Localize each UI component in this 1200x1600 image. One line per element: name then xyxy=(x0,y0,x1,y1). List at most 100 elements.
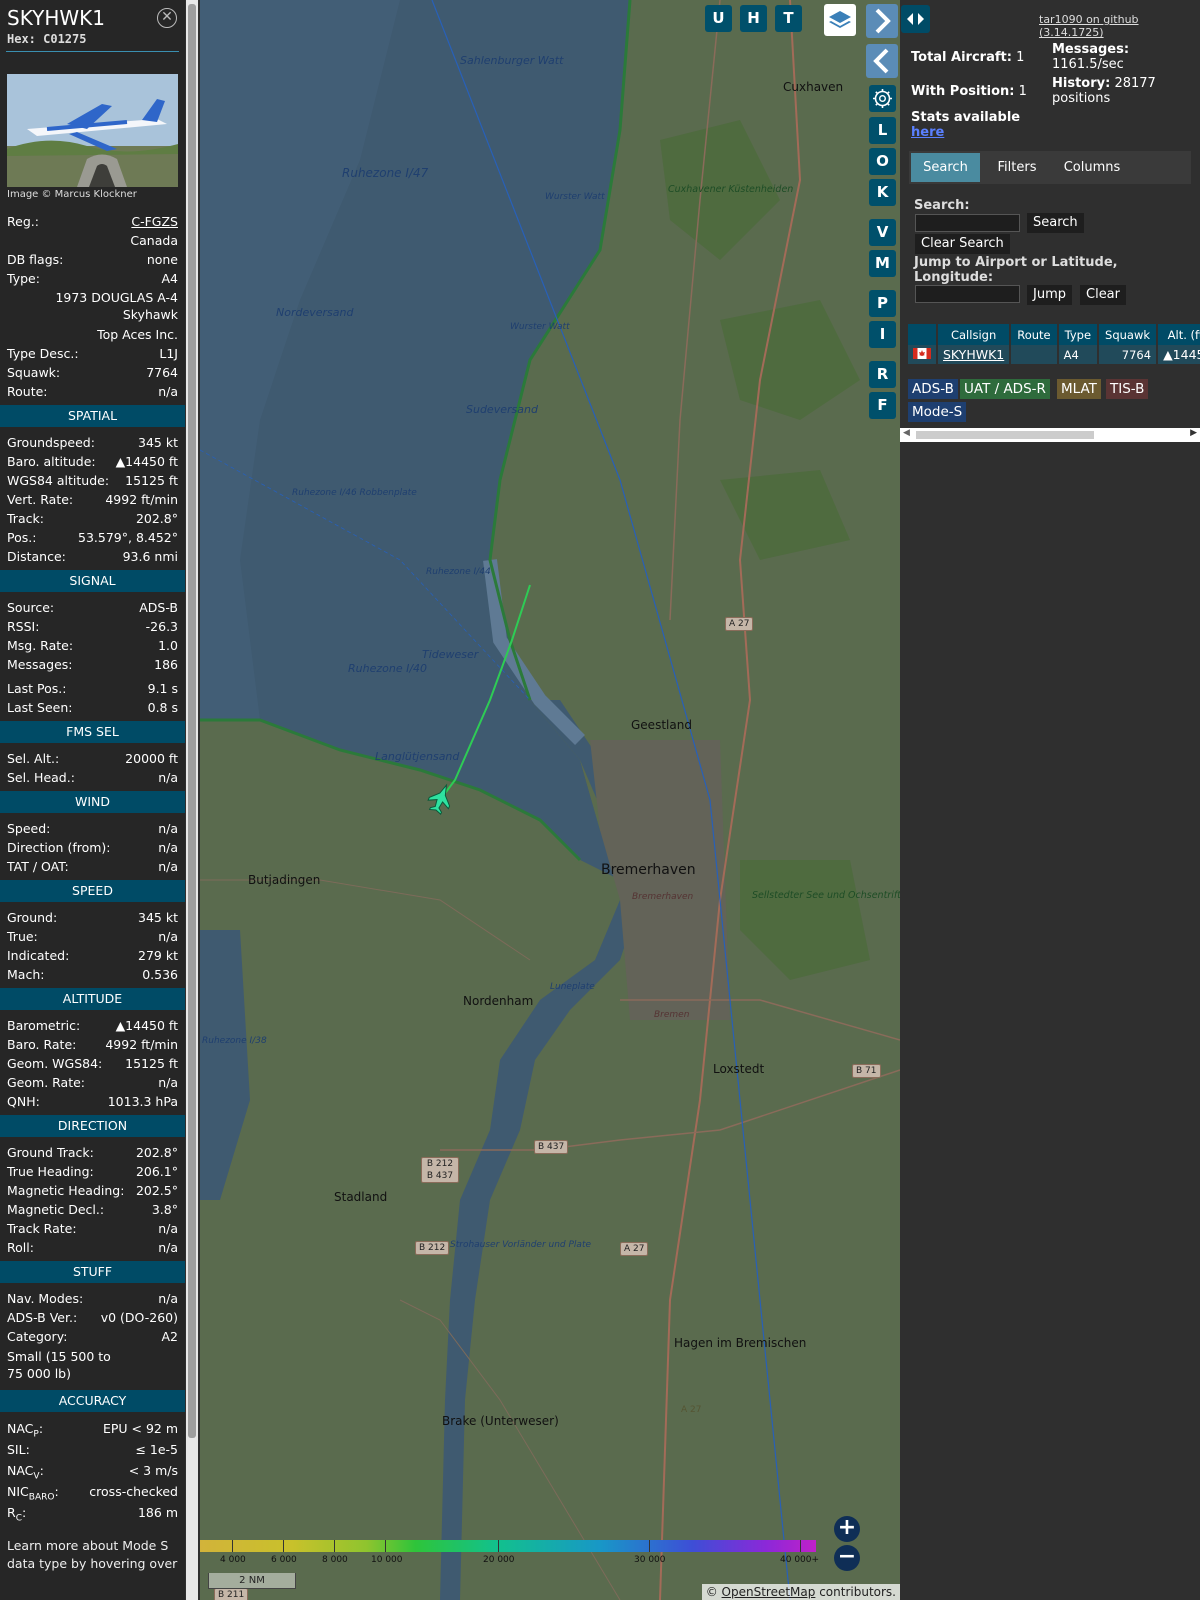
info-scrollbar-thumb[interactable] xyxy=(188,4,196,1438)
section-spatial[interactable]: SPATIAL xyxy=(0,405,185,427)
map-button-v[interactable]: V xyxy=(869,219,896,246)
section-signal[interactable]: SIGNAL xyxy=(0,570,185,592)
accuracy-row: RC: 186 m xyxy=(0,1502,185,1524)
map-button-k[interactable]: K xyxy=(869,179,896,206)
search-button[interactable]: Search xyxy=(1027,213,1084,233)
map-label-ruhezone-146: Ruhezone I/46 Robbenplate xyxy=(292,488,417,498)
row-squawk: 7764 xyxy=(1098,345,1159,364)
section-direction[interactable]: DIRECTION xyxy=(0,1115,185,1137)
row-callsign-link[interactable]: SKYHWK1 xyxy=(937,345,1012,364)
map-button-f[interactable]: F xyxy=(869,392,896,419)
fms-rows: Sel. Alt.: 20000 ft Sel. Head.: n/a xyxy=(0,749,185,787)
aircraft-photo[interactable] xyxy=(7,74,178,187)
info-row: Speed: n/a xyxy=(0,819,185,838)
info-row-label: Pos.: xyxy=(7,530,37,545)
map-label-stadland: Stadland xyxy=(334,1190,388,1204)
altitude-label-10000: 10 000 xyxy=(371,1555,403,1565)
section-speed[interactable]: SPEED xyxy=(0,880,185,902)
section-altitude[interactable]: ALTITUDE xyxy=(0,988,185,1010)
info-row-value: n/a xyxy=(158,840,178,855)
info-row-value: v0 (DO-260) xyxy=(100,1310,178,1325)
github-link[interactable]: tar1090 on github (3.14.1725) xyxy=(1039,13,1200,39)
accuracy-row-value: cross-checked xyxy=(89,1484,178,1499)
info-row: Vert. Rate: 4992 ft/min xyxy=(0,490,185,509)
column-altitude[interactable]: Alt. (ft) xyxy=(1157,324,1200,345)
section-wind[interactable]: WIND xyxy=(0,791,185,813)
forward-button[interactable] xyxy=(866,4,898,38)
map-scale: 2 NM xyxy=(208,1573,296,1589)
openstreetmap-link[interactable]: OpenStreetMap xyxy=(722,1585,816,1599)
map-label-langlutjensand: Langlütjensand xyxy=(375,750,460,763)
scroll-right-icon[interactable]: ▶ xyxy=(1190,428,1197,438)
info-row-value: -26.3 xyxy=(145,619,178,634)
column-flag[interactable] xyxy=(908,324,938,345)
stuff-rows: Nav. Modes: n/a ADS-B Ver.: v0 (DO-260) Cate… xyxy=(0,1289,185,1346)
clear-button[interactable]: Clear xyxy=(1080,285,1126,305)
info-row-value: n/a xyxy=(158,821,178,836)
info-row: Category: A2 xyxy=(0,1327,185,1346)
scroll-left-icon[interactable]: ◀ xyxy=(903,428,910,438)
altitude-color-bar xyxy=(200,1540,816,1552)
stats-here-link[interactable]: here xyxy=(911,125,944,140)
accuracy-row-label: NACV: xyxy=(7,1463,44,1482)
country-row: Canada xyxy=(0,231,185,250)
jump-button[interactable]: Jump xyxy=(1027,285,1072,305)
info-row: Baro. Rate: 4992 ft/min xyxy=(0,1035,185,1054)
section-accuracy[interactable]: ACCURACY xyxy=(0,1390,185,1412)
expand-toggle-button[interactable] xyxy=(901,5,930,33)
clear-search-button[interactable]: Clear Search xyxy=(915,234,1010,254)
reg-link[interactable]: C-FGZS xyxy=(131,212,178,231)
learn-more-text: Learn more about Mode S data type by hov… xyxy=(7,1538,178,1571)
panel-tabs: Search Filters Columns xyxy=(909,151,1191,184)
column-callsign[interactable]: Callsign xyxy=(937,324,1012,345)
map-button-t[interactable]: T xyxy=(775,5,802,32)
info-row: Sel. Alt.: 20000 ft xyxy=(0,749,185,768)
table-row[interactable]: SKYHWK1 A4 7764 ▲14450 xyxy=(908,345,1200,364)
tab-filters[interactable]: Filters xyxy=(984,153,1050,182)
info-row-label: Mach: xyxy=(7,967,45,982)
map-button-l[interactable]: L xyxy=(869,117,896,144)
settings-button[interactable] xyxy=(869,85,896,112)
table-horizontal-scrollbar[interactable]: ◀ ▶ xyxy=(900,428,1200,442)
info-row-value: 4992 ft/min xyxy=(105,1037,178,1052)
back-button[interactable] xyxy=(866,44,898,78)
map-button-i[interactable]: I xyxy=(869,321,896,348)
map-label-nordeversand: Nordeversand xyxy=(276,306,354,319)
accuracy-row-value: ≤ 1e-5 xyxy=(135,1442,178,1457)
altitude-label-8000: 8 000 xyxy=(322,1555,348,1565)
search-input[interactable] xyxy=(915,214,1020,232)
map-button-u[interactable]: U xyxy=(705,5,732,32)
info-row-label: Nav. Modes: xyxy=(7,1291,84,1306)
map-button-m[interactable]: M xyxy=(869,250,896,277)
close-icon[interactable]: ✕ xyxy=(157,8,177,28)
info-row-value: n/a xyxy=(158,770,178,785)
section-stuff[interactable]: STUFF xyxy=(0,1261,185,1283)
map-button-o[interactable]: O xyxy=(869,148,896,175)
layers-button[interactable] xyxy=(824,4,856,36)
typedesc-row: Type Desc.: L1J xyxy=(0,344,185,363)
column-squawk[interactable]: Squawk xyxy=(1098,324,1159,345)
info-row-value: n/a xyxy=(158,1075,178,1090)
accuracy-row-value: EPU < 92 m xyxy=(102,1421,178,1436)
map-button-p[interactable]: P xyxy=(869,290,896,317)
zoom-out-button[interactable]: − xyxy=(834,1545,860,1571)
map-label-brake: Brake (Unterweser) xyxy=(442,1414,559,1428)
map-button-r[interactable]: R xyxy=(869,361,896,388)
jump-input[interactable] xyxy=(915,285,1020,303)
map-button-h[interactable]: H xyxy=(740,5,767,32)
expand-arrows-icon xyxy=(907,13,924,25)
column-type[interactable]: Type xyxy=(1057,324,1100,345)
column-route[interactable]: Route xyxy=(1010,324,1059,345)
info-scrollbar[interactable] xyxy=(186,0,198,1600)
tab-search[interactable]: Search xyxy=(911,153,980,182)
section-fms-sel[interactable]: FMS SEL xyxy=(0,721,185,743)
scrollbar-thumb[interactable] xyxy=(916,431,1094,439)
altitude-label-6000: 6 000 xyxy=(271,1555,297,1565)
info-row: True: n/a xyxy=(0,927,185,946)
map-view[interactable]: Cuxhaven Cuxhavener Küstenheiden Geestla… xyxy=(200,0,900,1600)
tar1090-app: SKYHWK1 Hex: C01275 ✕ Image © Marcus Klo… xyxy=(0,0,1200,1600)
tab-columns[interactable]: Columns xyxy=(1054,153,1130,182)
zoom-in-button[interactable]: + xyxy=(834,1516,860,1542)
country-value: Canada xyxy=(130,233,178,248)
road-a27-2: A 27 xyxy=(620,1242,649,1256)
